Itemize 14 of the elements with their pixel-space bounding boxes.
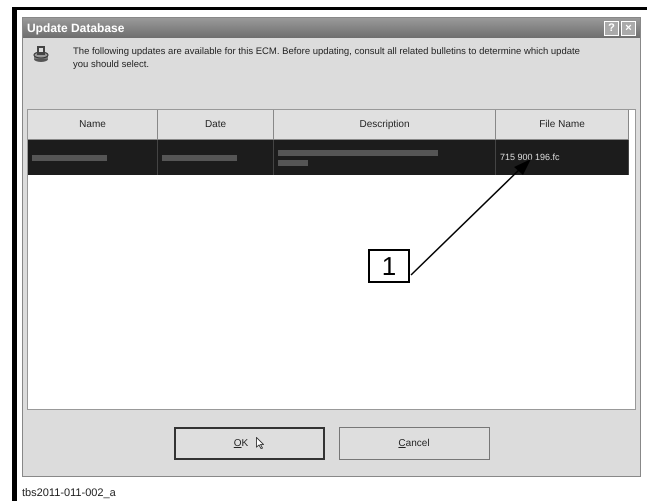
message-text: The following updates are available for this ECM. Before updating, consult all related bulletins to determine which update you should select. [73,45,581,71]
figure-caption: tbs2011-011-002_a [22,486,116,501]
column-header[interactable]: File Name [496,110,629,140]
callout-label: 1 [368,249,410,283]
column-header[interactable]: Description [274,110,496,140]
column-header[interactable]: Date [158,110,274,140]
ok-button[interactable]: OK [174,426,324,460]
column-header[interactable]: Name [28,110,158,140]
window-title: Update Database [27,20,126,37]
mouse-pointer-icon [256,437,264,449]
table-cell: 715 900 196.fc [500,152,560,163]
cancel-button[interactable]: Cancel [338,426,490,460]
table-row[interactable]: 715 900 196.fc [28,140,629,175]
database-icon [33,45,49,63]
